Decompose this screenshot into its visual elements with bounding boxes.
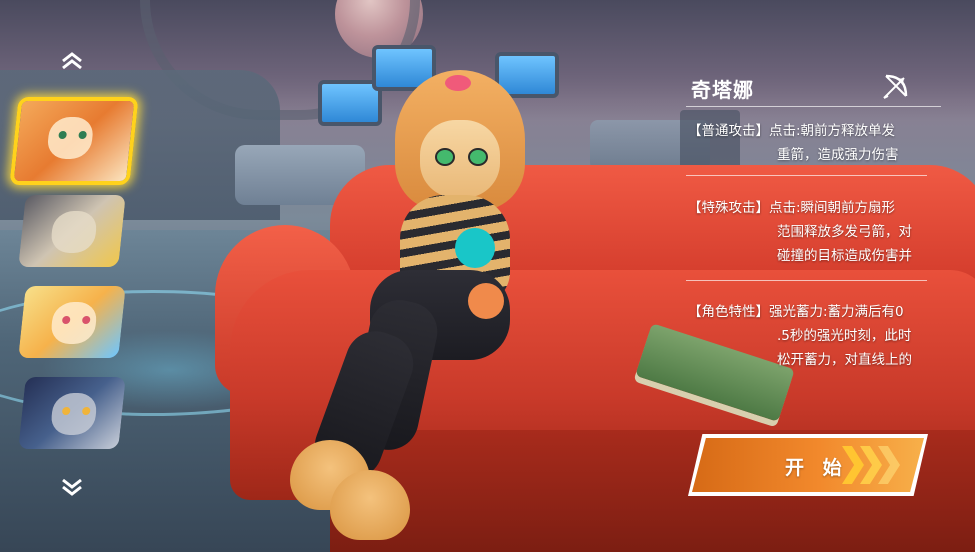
portrait-face <box>49 211 99 253</box>
portrait-dark-wolf[interactable] <box>18 377 126 449</box>
portrait-hat-beast[interactable] <box>18 195 126 267</box>
skill-desc-line: 点击:朝前方释放单发 <box>769 123 896 139</box>
chevron-up-icon-svg <box>62 52 82 70</box>
chevron-up-icon[interactable] <box>60 52 84 70</box>
skill-desc-line: 点击:瞬间朝前方扇形 <box>769 200 896 216</box>
portrait-art <box>18 377 126 449</box>
chevron-down-icon-svg <box>62 478 82 496</box>
portrait-art <box>13 101 135 181</box>
character-face <box>420 120 500 198</box>
cyan-marker <box>455 228 495 268</box>
portrait-art <box>18 286 126 358</box>
portrait-art <box>18 195 126 267</box>
skill-desc-line: 强光蓄力:蓄力满后有0 <box>769 304 904 320</box>
skill-normal-attack: 【普通攻击】点击:朝前方释放单发 重箭，造成强力伤害 <box>688 119 950 167</box>
panel-divider <box>686 280 927 281</box>
skill-trait: 【角色特性】强光蓄力:蓄力满后有0 .5秒的强光时刻，此时 松开蓄力，对直线上的 <box>688 300 950 372</box>
portrait-face <box>49 302 99 344</box>
panel-divider <box>686 175 927 176</box>
skill-tag: 【特殊攻击】 <box>688 200 769 216</box>
chevron-down-icon[interactable] <box>60 478 84 496</box>
orange-marker <box>468 283 504 319</box>
skill-desc-line: .5秒的强光时刻，此时 <box>777 328 912 344</box>
character-eye <box>468 148 488 166</box>
portrait-blonde-fox[interactable] <box>18 286 126 358</box>
skill-tag: 【角色特性】 <box>688 304 769 320</box>
portrait-face <box>46 117 95 159</box>
skill-desc-line: 碰撞的目标造成伤害并 <box>777 248 912 264</box>
character-eye <box>435 148 455 166</box>
skill-desc-line: 范围释放多发弓箭，对 <box>777 224 912 240</box>
panel-divider <box>686 106 941 107</box>
character-paw <box>330 470 410 540</box>
character-hair-bow <box>445 75 471 91</box>
skill-special-attack: 【特殊攻击】点击:瞬间朝前方扇形 范围释放多发弓箭，对 碰撞的目标造成伤害并 <box>688 196 950 268</box>
portrait-orange-cat[interactable] <box>9 97 139 185</box>
skill-tag: 【普通攻击】 <box>688 123 769 139</box>
skill-desc-line: 松开蓄力，对直线上的 <box>777 352 912 368</box>
skill-desc-line: 重箭，造成强力伤害 <box>777 147 899 163</box>
character-name: 奇塔娜 <box>691 78 754 102</box>
bow-arrow-icon <box>882 72 910 100</box>
start-button-label: 开 始 <box>785 457 848 479</box>
portrait-face <box>49 393 99 435</box>
